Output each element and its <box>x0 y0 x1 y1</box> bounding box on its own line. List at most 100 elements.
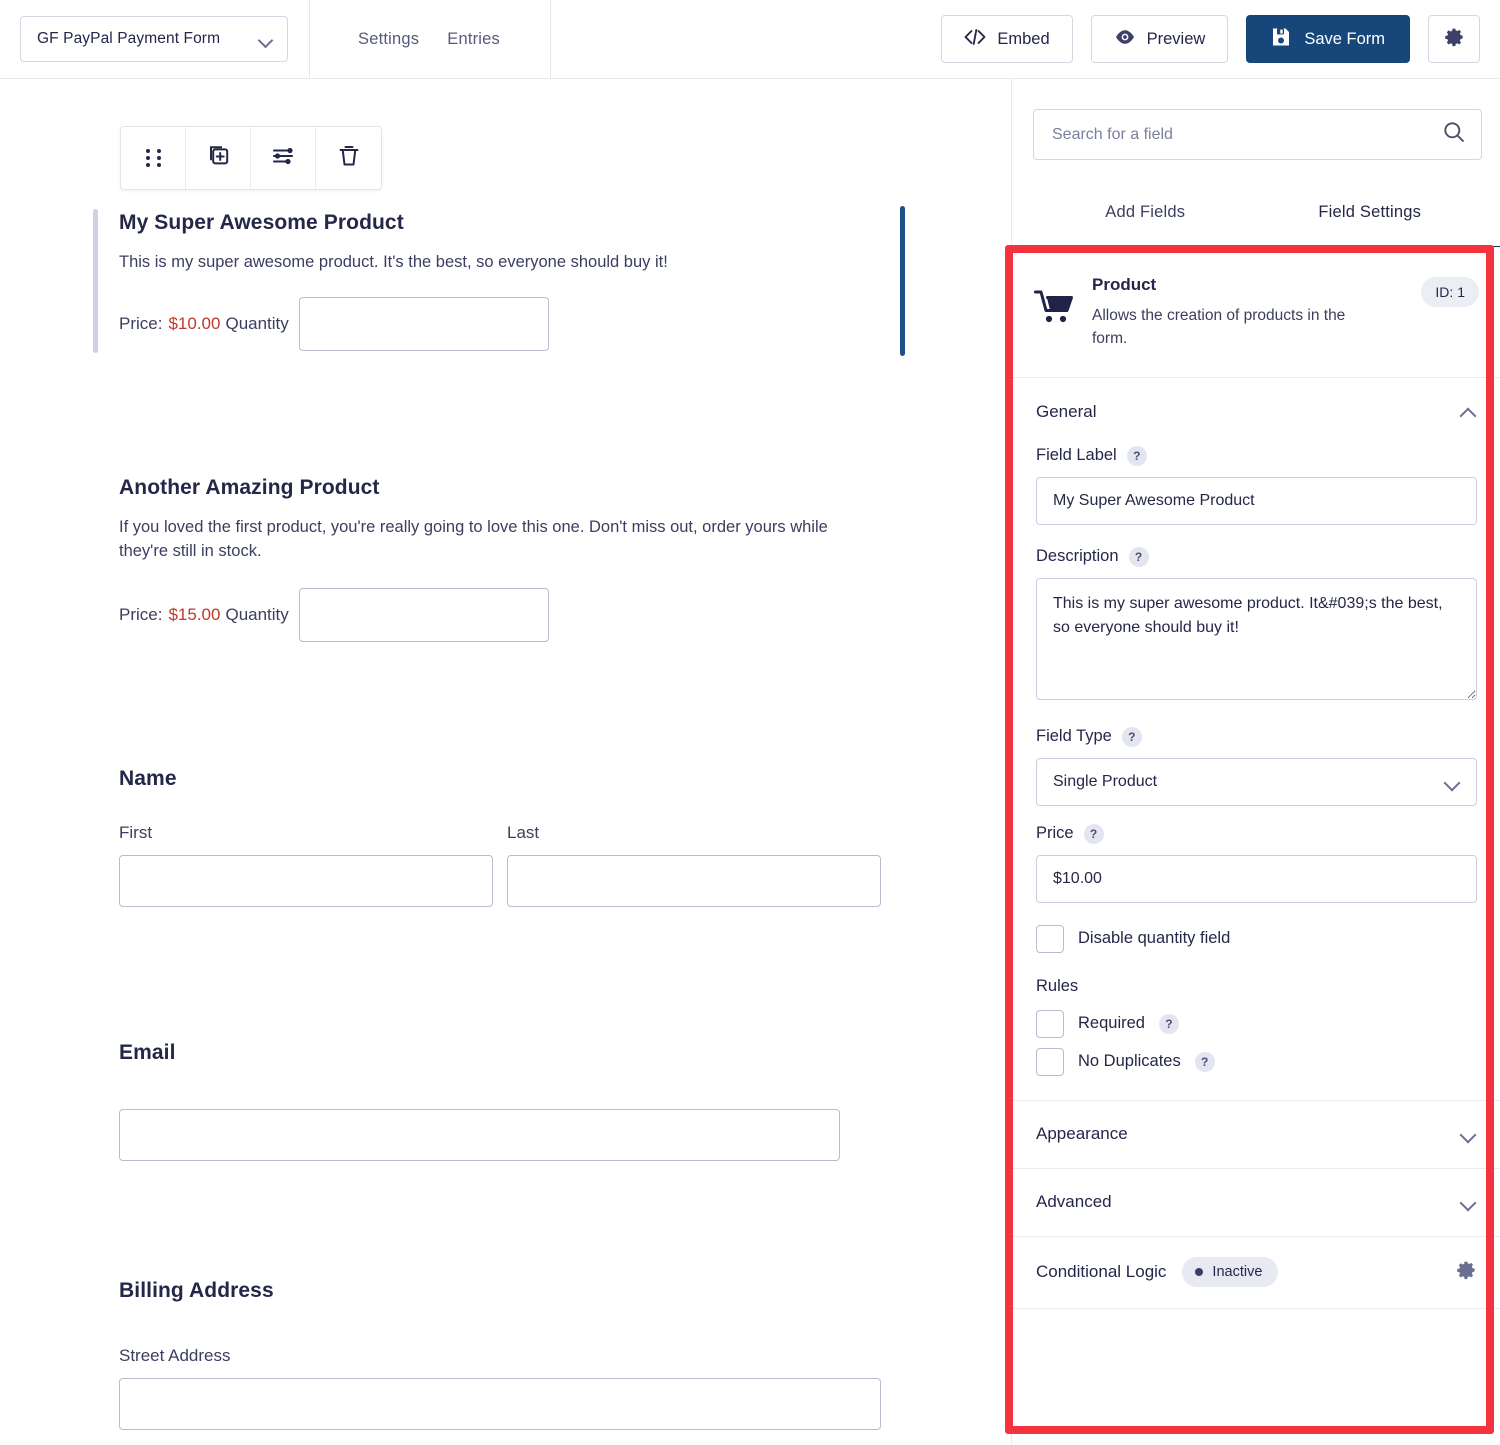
preview-button[interactable]: Preview <box>1090 15 1229 63</box>
help-icon[interactable]: ? <box>1121 726 1142 747</box>
accordion-advanced-header[interactable]: Advanced <box>1012 1169 1500 1237</box>
product-field-2-price-row: Price: $15.00 Quantity <box>119 587 869 642</box>
disable-quantity-checkbox[interactable] <box>1036 924 1064 953</box>
field-label-text: Field Label <box>1036 446 1117 464</box>
field-right-selected-bar <box>900 206 905 356</box>
accordion-general-header[interactable]: General <box>1012 378 1500 446</box>
name-field-title: Name <box>119 767 177 790</box>
drag-handle-button[interactable] <box>121 127 186 189</box>
top-action-buttons: Embed Preview Save Form <box>941 15 1480 63</box>
street-address-input[interactable] <box>119 1378 881 1430</box>
price-caption: Price ? <box>1036 823 1477 844</box>
search-input[interactable] <box>1050 124 1443 145</box>
tab-field-settings[interactable]: Field Settings <box>1258 197 1483 245</box>
name-first-label: First <box>119 823 153 842</box>
product-field-1-price-value: $10.00 <box>168 313 221 333</box>
conditional-logic-status-text: Inactive <box>1212 1264 1263 1280</box>
general-section-body: Field Label ? Description ? This is my s… <box>1012 445 1500 1101</box>
shopping-cart-icon <box>1034 289 1076 330</box>
disable-quantity-row[interactable]: Disable quantity field <box>1036 924 1477 953</box>
field-type-meta: Product Allows the creation of products … <box>1092 275 1382 351</box>
field-id-badge: ID: 1 <box>1421 277 1479 307</box>
gear-icon <box>1443 26 1465 53</box>
no-duplicates-checkbox[interactable] <box>1036 1047 1064 1076</box>
conditional-logic-status-badge: Inactive <box>1182 1257 1279 1287</box>
conditional-logic-row[interactable]: Conditional Logic Inactive <box>1012 1237 1500 1309</box>
product-field-2-price-value: $15.00 <box>168 604 221 624</box>
billing-address-title: Billing Address <box>119 1279 274 1302</box>
name-first-input[interactable] <box>119 855 493 907</box>
help-icon[interactable]: ? <box>1128 546 1149 567</box>
field-label-input[interactable] <box>1036 476 1477 525</box>
embed-button[interactable]: Embed <box>941 15 1073 63</box>
description-textarea[interactable]: This is my super awesome product. It&#03… <box>1036 577 1477 700</box>
field-type-select[interactable]: Single Product <box>1036 757 1477 806</box>
chevron-down-icon <box>1461 1129 1476 1139</box>
embed-button-label: Embed <box>997 29 1050 48</box>
field-type-caption: Field Type ? <box>1036 726 1477 747</box>
description-label-text: Description <box>1036 547 1119 565</box>
name-last-input[interactable] <box>507 855 881 907</box>
tab-add-fields[interactable]: Add Fields <box>1033 197 1258 245</box>
conditional-logic-gear-icon[interactable] <box>1455 1259 1477 1286</box>
description-caption: Description ? <box>1036 546 1477 567</box>
help-icon[interactable]: ? <box>1083 823 1104 844</box>
name-field[interactable]: Name First Last <box>119 767 881 907</box>
accordion-appearance-header[interactable]: Appearance <box>1012 1101 1500 1169</box>
email-field-title: Email <box>119 1041 176 1064</box>
product-field-2-quantity-label: Quantity <box>225 604 289 624</box>
toolbar-divider-2 <box>550 0 551 79</box>
product-field-1-description: This is my super awesome product. It's t… <box>119 253 668 271</box>
product-field-1-price-label: Price: <box>119 313 163 333</box>
email-field[interactable]: Email <box>119 1041 840 1161</box>
name-last-group: Last <box>507 823 881 907</box>
rule-no-duplicates-row[interactable]: No Duplicates ? <box>1036 1047 1477 1076</box>
delete-field-button[interactable] <box>316 127 381 189</box>
field-type-selected-value: Single Product <box>1053 772 1158 790</box>
top-nav-tabs: Settings Entries <box>344 0 514 79</box>
duplicate-field-button[interactable] <box>186 127 251 189</box>
product-field-1-quantity-input[interactable] <box>298 296 549 351</box>
rule-required-row[interactable]: Required ? <box>1036 1009 1477 1038</box>
field-type-header: Product Allows the creation of products … <box>1012 247 1500 378</box>
required-checkbox[interactable] <box>1036 1009 1064 1038</box>
help-icon[interactable]: ? <box>1126 445 1147 466</box>
required-label: Required <box>1078 1014 1145 1032</box>
chevron-down-icon <box>1445 777 1460 787</box>
save-form-button[interactable]: Save Form <box>1246 15 1410 63</box>
field-action-toolbar <box>120 126 382 190</box>
chevron-down-icon <box>1461 1197 1476 1207</box>
email-input[interactable] <box>119 1109 840 1161</box>
disable-quantity-label: Disable quantity field <box>1078 929 1231 947</box>
save-disk-icon <box>1271 27 1291 52</box>
top-toolbar: GF PayPal Payment Form Settings Entries … <box>0 0 1500 79</box>
sliders-icon <box>270 143 296 174</box>
help-icon[interactable]: ? <box>1158 1013 1179 1034</box>
product-field-2[interactable]: Another Amazing Product If you loved the… <box>119 476 869 642</box>
nav-tab-entries[interactable]: Entries <box>433 30 514 49</box>
price-group: Price ? <box>1036 823 1477 903</box>
field-search-box[interactable] <box>1033 109 1482 160</box>
right-settings-panel: Add Fields Field Settings Product Allows… <box>1011 79 1500 1445</box>
field-settings-button[interactable] <box>251 127 316 189</box>
accordion-advanced-label: Advanced <box>1036 1192 1112 1211</box>
product-field-1[interactable]: My Super Awesome Product This is my supe… <box>119 211 668 351</box>
help-icon[interactable]: ? <box>1194 1051 1215 1072</box>
street-address-label: Street Address <box>119 1346 231 1365</box>
name-last-label: Last <box>507 823 540 842</box>
search-icon[interactable] <box>1443 121 1465 148</box>
field-left-accent-bar <box>93 209 98 353</box>
code-icon <box>964 28 986 50</box>
nav-tab-settings[interactable]: Settings <box>344 30 433 49</box>
billing-address-field[interactable]: Billing Address Street Address <box>119 1279 881 1430</box>
form-settings-gear-button[interactable] <box>1428 15 1480 63</box>
form-switcher-dropdown[interactable]: GF PayPal Payment Form <box>20 16 288 62</box>
field-label-caption: Field Label ? <box>1036 445 1477 466</box>
accordion-appearance-label: Appearance <box>1036 1124 1128 1143</box>
field-settings-content: Product Allows the creation of products … <box>1012 247 1500 1445</box>
field-type-title: Product <box>1092 275 1157 294</box>
duplicate-icon <box>205 143 231 174</box>
price-input[interactable] <box>1036 854 1477 903</box>
product-field-2-description: If you loved the first product, you're r… <box>119 518 828 560</box>
product-field-2-quantity-input[interactable] <box>298 587 549 642</box>
